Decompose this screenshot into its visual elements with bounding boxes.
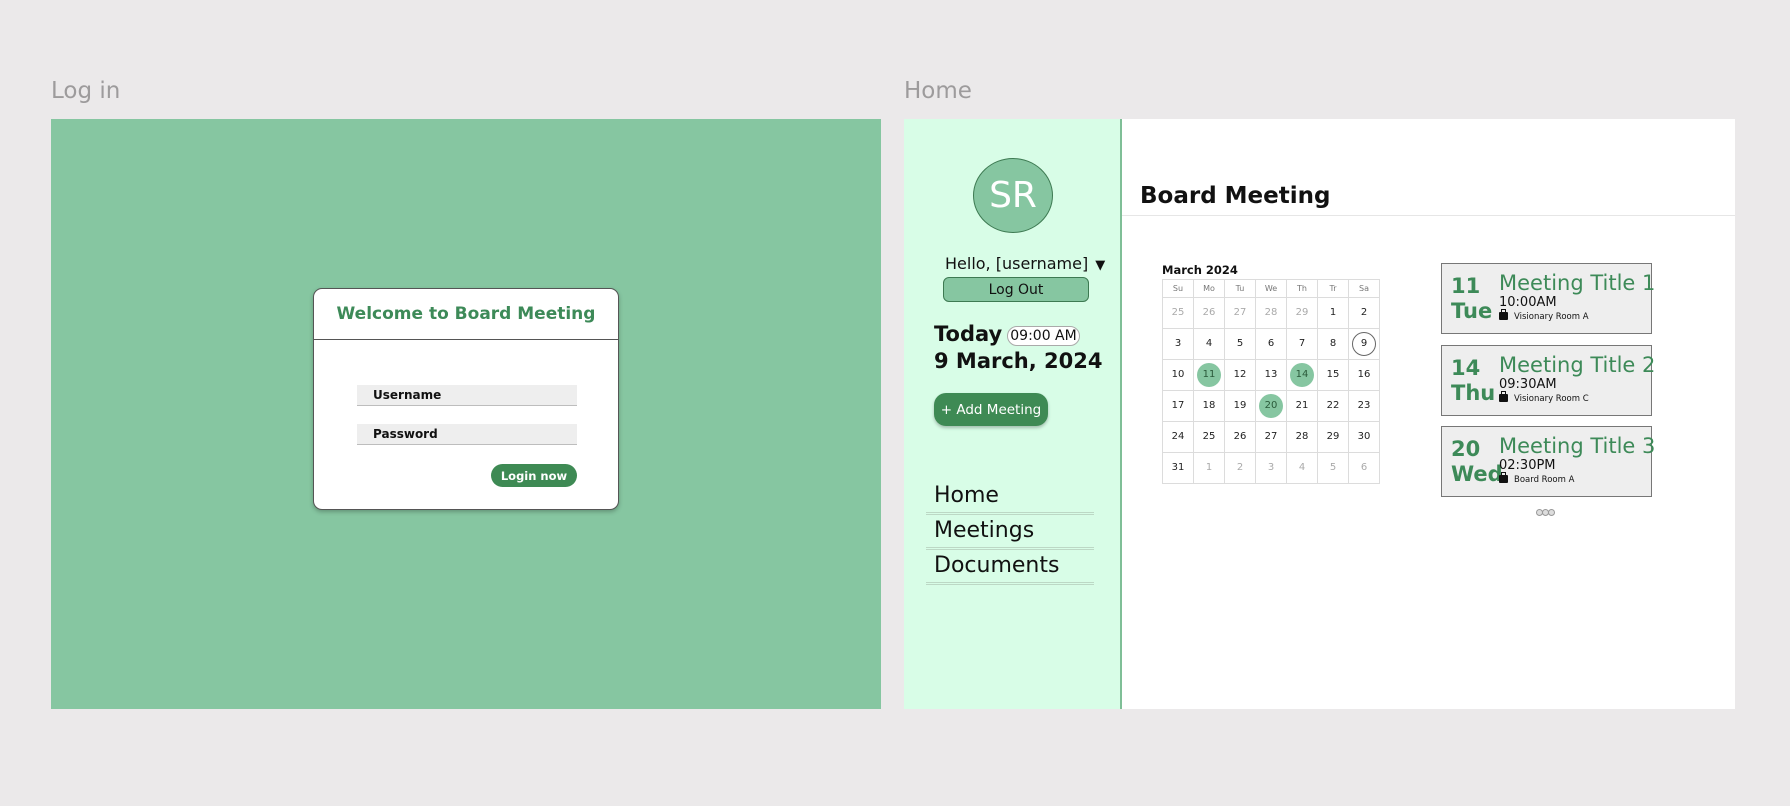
login-frame-label: Log in — [51, 78, 121, 104]
add-meeting-button[interactable]: + Add Meeting — [934, 393, 1048, 426]
calendar-month-label: March 2024 — [1162, 263, 1238, 277]
calendar-day[interactable]: 3 — [1255, 452, 1287, 484]
calendar-day[interactable]: 13 — [1255, 359, 1287, 391]
meeting-title: Meeting Title 2 — [1499, 353, 1656, 377]
briefcase-icon — [1499, 391, 1508, 402]
password-field[interactable]: Password — [357, 424, 577, 445]
calendar-weekday: Su — [1162, 279, 1194, 298]
logout-button[interactable]: Log Out — [943, 277, 1089, 302]
meeting-card[interactable]: 11 Tue Meeting Title 1 10:00AM Visionary … — [1441, 263, 1656, 334]
meeting-card[interactable]: 14 Thu Meeting Title 2 09:30AM Visionary … — [1441, 345, 1656, 416]
calendar-day[interactable]: 24 — [1162, 421, 1194, 453]
meeting-title: Meeting Title 3 — [1499, 434, 1656, 458]
calendar-day[interactable]: 10 — [1162, 359, 1194, 391]
caret-down-icon[interactable]: ▼ — [1095, 258, 1105, 273]
calendar-day[interactable]: 25 — [1162, 297, 1194, 329]
nav-meetings[interactable]: Meetings — [926, 515, 1094, 550]
calendar-day[interactable]: 7 — [1286, 328, 1318, 360]
calendar-day[interactable]: 11 — [1193, 359, 1225, 391]
meeting-date: 11 Tue — [1451, 274, 1493, 323]
calendar-day[interactable]: 12 — [1224, 359, 1256, 391]
calendar-day[interactable]: 9 — [1348, 328, 1380, 360]
login-button[interactable]: Login now — [491, 464, 577, 487]
meeting-time: 02:30PM — [1499, 458, 1556, 473]
calendar-weekday: Mo — [1193, 279, 1225, 298]
calendar-weekday: Tr — [1317, 279, 1349, 298]
calendar-day[interactable]: 4 — [1286, 452, 1318, 484]
calendar-day[interactable]: 16 — [1348, 359, 1380, 391]
calendar-day[interactable]: 18 — [1193, 390, 1225, 422]
calendar-day[interactable]: 5 — [1317, 452, 1349, 484]
today-date: 9 March, 2024 — [934, 349, 1103, 373]
calendar-day[interactable]: 5 — [1224, 328, 1256, 360]
calendar-day[interactable]: 25 — [1193, 421, 1225, 453]
home-screen: SR Hello, [username] ▼ Log Out Today 09:… — [904, 119, 1735, 709]
meeting-date: 14 Thu — [1451, 356, 1496, 405]
calendar-day[interactable]: 1 — [1193, 452, 1225, 484]
meeting-date: 20 Wed — [1451, 437, 1503, 486]
calendar-day[interactable]: 28 — [1255, 297, 1287, 329]
calendar-day[interactable]: 6 — [1348, 452, 1380, 484]
calendar-day[interactable]: 2 — [1348, 297, 1380, 329]
calendar-day[interactable]: 27 — [1255, 421, 1287, 453]
greeting-text: Hello, [username] — [945, 254, 1089, 273]
calendar: Su Mo Tu We Th Tr Sa 25 26 27 28 29 1 2 3 4 5 6 7 8 9 10 11 12… — [1162, 279, 1380, 484]
login-title: Welcome to Board Meeting — [314, 289, 618, 340]
meeting-title: Meeting Title 1 — [1499, 271, 1656, 295]
calendar-weekday: We — [1255, 279, 1287, 298]
avatar[interactable]: SR — [973, 158, 1053, 233]
calendar-day[interactable]: 31 — [1162, 452, 1194, 484]
nav-documents[interactable]: Documents — [926, 550, 1094, 585]
calendar-day[interactable]: 30 — [1348, 421, 1380, 453]
today-time: 09:00 AM — [1007, 326, 1080, 346]
page-title: Board Meeting — [1140, 183, 1331, 209]
calendar-weekday: Sa — [1348, 279, 1380, 298]
briefcase-icon — [1499, 472, 1508, 483]
meeting-room: Visionary Room C — [1499, 391, 1589, 404]
calendar-day[interactable]: 19 — [1224, 390, 1256, 422]
username-field[interactable]: Username — [357, 385, 577, 406]
calendar-day[interactable]: 29 — [1317, 421, 1349, 453]
calendar-day[interactable]: 27 — [1224, 297, 1256, 329]
login-screen: Welcome to Board Meeting Username Passwo… — [51, 119, 881, 709]
meeting-time: 09:30AM — [1499, 377, 1557, 392]
meeting-time: 10:00AM — [1499, 295, 1557, 310]
calendar-day[interactable]: 26 — [1224, 421, 1256, 453]
calendar-day[interactable]: 23 — [1348, 390, 1380, 422]
calendar-day[interactable]: 1 — [1317, 297, 1349, 329]
home-frame-label: Home — [904, 78, 972, 104]
meeting-card[interactable]: 20 Wed Meeting Title 3 02:30PM Board Room… — [1441, 426, 1656, 497]
pagination-dots[interactable] — [1536, 503, 1555, 516]
login-card: Welcome to Board Meeting Username Passwo… — [313, 288, 619, 510]
calendar-day[interactable]: 26 — [1193, 297, 1225, 329]
calendar-day[interactable]: 20 — [1255, 390, 1287, 422]
title-divider — [1122, 215, 1735, 216]
calendar-weekday: Th — [1286, 279, 1318, 298]
calendar-day[interactable]: 4 — [1193, 328, 1225, 360]
page-dot[interactable] — [1548, 509, 1555, 516]
nav-home[interactable]: Home — [926, 480, 1094, 515]
calendar-day[interactable]: 28 — [1286, 421, 1318, 453]
calendar-day[interactable]: 2 — [1224, 452, 1256, 484]
calendar-day[interactable]: 8 — [1317, 328, 1349, 360]
calendar-day[interactable]: 14 — [1286, 359, 1318, 391]
calendar-day[interactable]: 6 — [1255, 328, 1287, 360]
calendar-day[interactable]: 3 — [1162, 328, 1194, 360]
calendar-day[interactable]: 21 — [1286, 390, 1318, 422]
today-label: Today — [934, 322, 1003, 346]
calendar-day[interactable]: 22 — [1317, 390, 1349, 422]
meeting-room: Board Room A — [1499, 472, 1574, 485]
calendar-day[interactable]: 17 — [1162, 390, 1194, 422]
calendar-day[interactable]: 15 — [1317, 359, 1349, 391]
briefcase-icon — [1499, 309, 1508, 320]
sidebar: SR Hello, [username] ▼ Log Out Today 09:… — [904, 119, 1122, 709]
user-menu[interactable]: Hello, [username] ▼ — [945, 254, 1105, 273]
calendar-day[interactable]: 29 — [1286, 297, 1318, 329]
meeting-room: Visionary Room A — [1499, 309, 1589, 322]
calendar-weekday: Tu — [1224, 279, 1256, 298]
